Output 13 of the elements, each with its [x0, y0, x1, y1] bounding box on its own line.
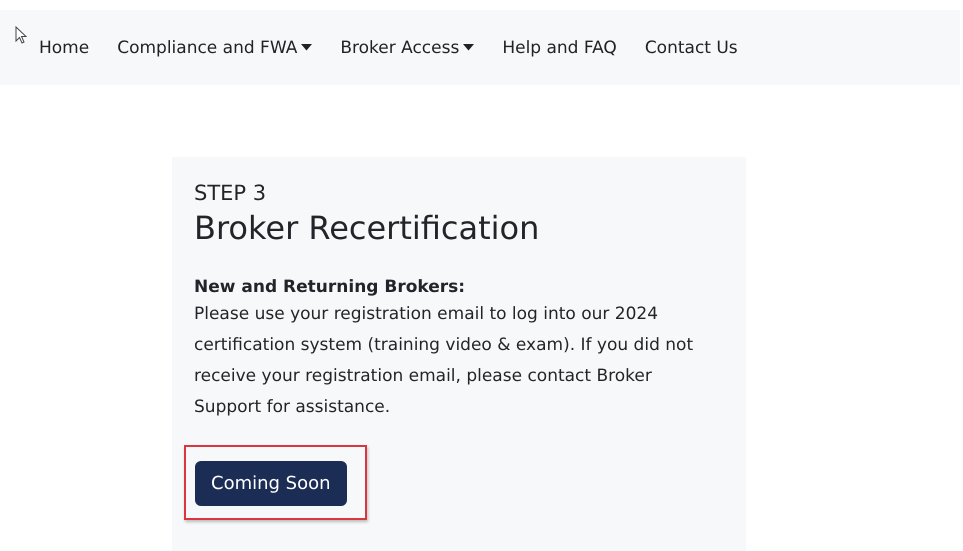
- card-title: Broker Recertification: [194, 209, 540, 247]
- nav-link[interactable]: Home: [39, 38, 90, 58]
- dropdown-menu[interactable]: Broker Access: [340, 38, 474, 58]
- dropdown-menu[interactable]: Compliance and FWA: [117, 38, 312, 58]
- nav-link[interactable]: Help and FAQ: [502, 38, 617, 58]
- coming-soon-button[interactable]: Coming Soon: [195, 461, 347, 506]
- caret-icon: [301, 44, 312, 51]
- subheading: New and Returning Brokers:: [194, 277, 466, 297]
- paragraph: Please use your registration email to log into our 2024 certification system (training video & exam). If you did not receive your registration email, please contact Broker Support for assistance.: [194, 303, 694, 419]
- nav-link[interactable]: Contact Us: [644, 38, 738, 58]
- caret-icon: [463, 44, 474, 51]
- step-label: STEP 3: [194, 181, 268, 205]
- cursor-icon: [15, 26, 27, 44]
